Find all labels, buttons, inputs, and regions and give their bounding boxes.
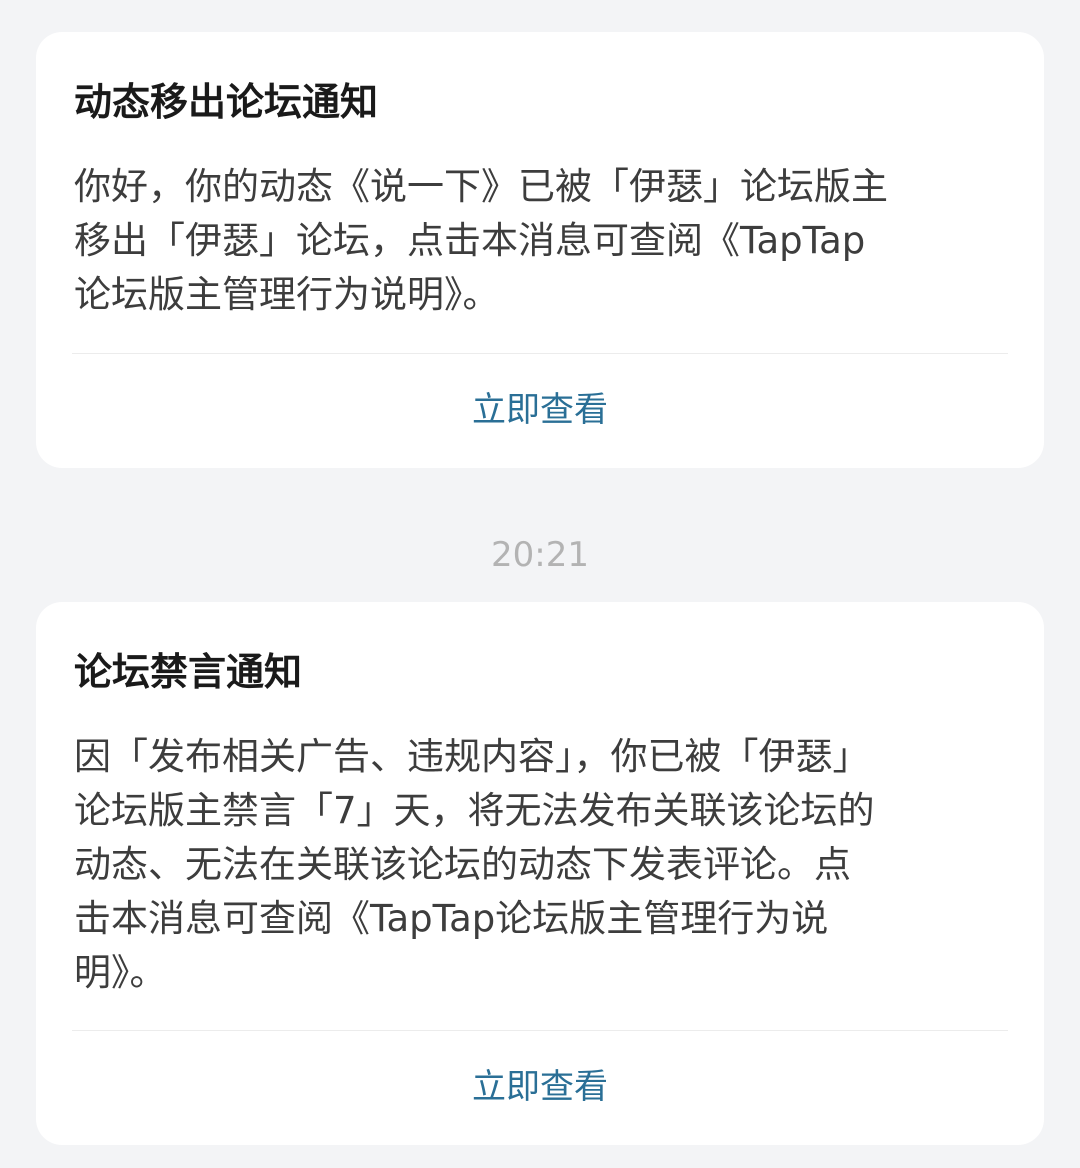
notification-body-line: 论坛版主禁言「7」天，将无法发布关联该论坛的 — [74, 789, 875, 832]
notification-body-line: 因「发布相关广告、违规内容」，你已被「伊瑟」 — [74, 735, 870, 778]
notification-title: 论坛禁言通知 — [74, 650, 303, 694]
divider — [72, 353, 1008, 354]
notification-body-line: 明》。 — [74, 951, 167, 994]
notification-body-line: 移出「伊瑟」论坛，点击本消息可查阅《TapTap — [74, 219, 866, 262]
notification-card[interactable]: 动态移出论坛通知 你好，你的动态《说一下》已被「伊瑟」论坛版主 移出「伊瑟」论坛… — [36, 32, 1044, 468]
notification-body[interactable]: 你好，你的动态《说一下》已被「伊瑟」论坛版主 移出「伊瑟」论坛，点击本消息可查阅… — [74, 160, 1004, 322]
message-timestamp: 20:21 — [491, 535, 589, 575]
view-now-button[interactable]: 立即查看 — [36, 1047, 1044, 1127]
notification-body[interactable]: 因「发布相关广告、违规内容」，你已被「伊瑟」 论坛版主禁言「7」天，将无法发布关… — [74, 730, 1004, 1000]
notification-body-line: 论坛版主管理行为说明》。 — [74, 273, 500, 316]
notification-title: 动态移出论坛通知 — [74, 80, 379, 124]
divider — [72, 1030, 1008, 1031]
notification-card[interactable]: 论坛禁言通知 因「发布相关广告、违规内容」，你已被「伊瑟」 论坛版主禁言「7」天… — [36, 602, 1044, 1145]
notification-body-line: 击本消息可查阅《TapTap论坛版主管理行为说 — [74, 897, 829, 940]
view-now-button[interactable]: 立即查看 — [36, 370, 1044, 450]
notification-body-line: 动态、无法在关联该论坛的动态下发表评论。点 — [74, 843, 851, 886]
notification-body-line: 你好，你的动态《说一下》已被「伊瑟」论坛版主 — [74, 165, 888, 208]
